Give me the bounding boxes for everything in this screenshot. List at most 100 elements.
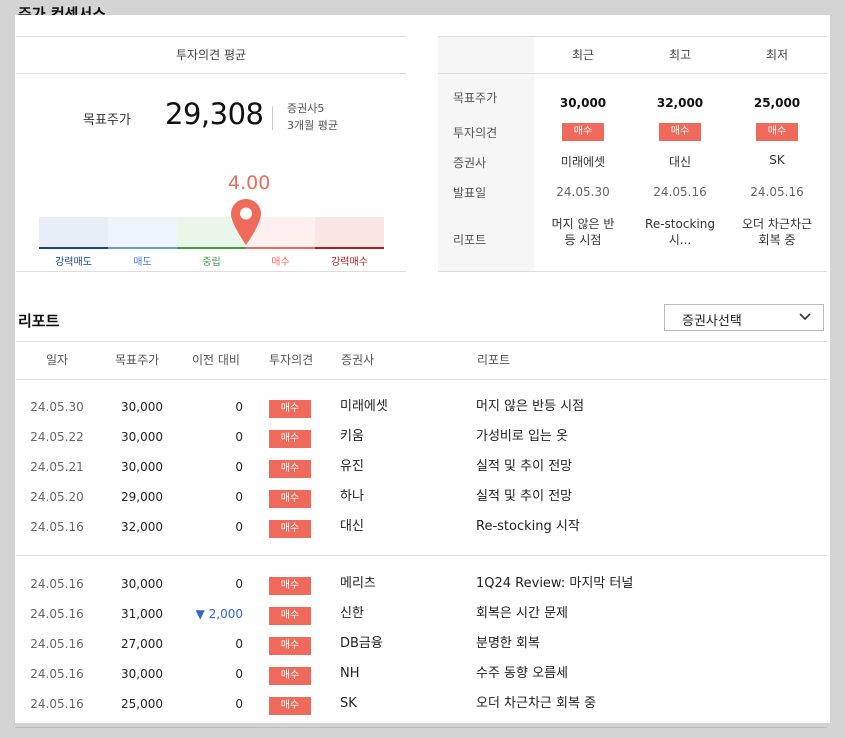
buy-badge: 매수 [269, 637, 311, 655]
low-opinion: 매수 [729, 123, 825, 141]
row-date: 24.05.16 [30, 607, 84, 621]
consensus-table: 최근 최고 최저 목표주가 투자의견 증권사 발표일 리포트 30,000 매수… [438, 36, 827, 272]
divider [272, 106, 273, 130]
consensus-panel: 투자의견 평균 목표주가 29,308 증권사5 3개월 평균 4.00 강력매… [15, 15, 830, 728]
row-report-link[interactable]: 오더 차근차근 회복 중 [476, 689, 596, 719]
scale-segment-sell [108, 217, 177, 249]
table-row[interactable]: 24.05.22 30,000 0 매수 키움 가성비로 입는 옷 [16, 422, 827, 452]
row-change: 0 [235, 520, 243, 534]
row-report-link[interactable]: 회복은 시간 문제 [476, 599, 568, 629]
row-report-link[interactable]: Re-stocking 시작 [476, 512, 580, 542]
header-report: 리포트 [477, 353, 511, 367]
target-price-meta: 증권사5 3개월 평균 [287, 100, 338, 134]
opinion-score: 4.00 [228, 172, 271, 194]
report-line: 시... [668, 233, 692, 247]
header-date: 일자 [46, 353, 69, 367]
row-change: 0 [235, 460, 243, 474]
table-row[interactable]: 24.05.16 25,000 0 매수 SK 오더 차근차근 회복 중 [16, 689, 827, 719]
row-report-link[interactable]: 1Q24 Review: 마지막 터널 [476, 569, 633, 599]
opinion-scale-bar [39, 217, 384, 249]
column-high: 최고 [668, 48, 692, 62]
low-target: 25,000 [753, 96, 801, 110]
reports-table-header: 일자 목표주가 이전 대비 투자의견 증권사 리포트 [16, 341, 827, 380]
row-target: 25,000 [121, 697, 163, 711]
buy-badge: 매수 [269, 577, 311, 595]
scale-segment-strong-buy [315, 217, 384, 249]
table-row[interactable]: 24.05.21 30,000 0 매수 유진 실적 및 추이 전망 [16, 452, 827, 482]
consensus-header: 최근 최고 최저 [438, 37, 827, 74]
table-row[interactable]: 24.05.16 30,000 0 매수 메리츠 1Q24 Review: 마지막 터널 [16, 569, 827, 599]
scale-label-strong-buy: 강력매수 [331, 257, 368, 268]
row-opinion: 매수 [269, 452, 313, 482]
table-row[interactable]: 24.05.30 30,000 0 매수 미래에셋 머지 않은 반등 시점 [16, 392, 827, 422]
buy-badge: 매수 [269, 520, 311, 538]
row-target: 30,000 [121, 667, 163, 681]
table-row[interactable]: 24.05.16 31,000 ▼ 2,000 매수 신한 회복은 시간 문제 [16, 599, 827, 629]
row-label-report: 리포트 [453, 233, 487, 247]
row-report-link[interactable]: 머지 않은 반등 시점 [476, 392, 584, 422]
row-report-link[interactable]: 가성비로 입는 옷 [476, 422, 568, 452]
row-change: 0 [235, 577, 243, 591]
group-divider [16, 555, 827, 556]
firm-select-dropdown[interactable]: 증권사선택 [664, 304, 824, 331]
row-opinion: 매수 [269, 512, 313, 542]
row-date: 24.05.22 [30, 430, 84, 444]
row-firm: 미래에셋 [340, 399, 388, 414]
table-row[interactable]: 24.05.16 27,000 0 매수 DB금융 분명한 회복 [16, 629, 827, 659]
row-target: 27,000 [121, 637, 163, 651]
row-change: 0 [235, 490, 243, 504]
recent-target: 30,000 [559, 96, 607, 110]
row-label-firm: 증권사 [453, 156, 487, 170]
row-target: 29,000 [121, 490, 163, 504]
scale-label-buy: 매수 [271, 257, 290, 268]
buy-badge: 매수 [659, 123, 701, 141]
chevron-down-icon [799, 313, 811, 321]
scale-label-strong-sell: 강력매도 [55, 257, 92, 268]
report-line: 회복 중 [758, 233, 796, 247]
row-date: 24.05.21 [30, 460, 84, 474]
buy-badge: 매수 [269, 460, 311, 478]
table-row[interactable]: 24.05.20 29,000 0 매수 하나 실적 및 추이 전망 [16, 482, 827, 512]
reports-title: 리포트 [18, 312, 60, 330]
header-change: 이전 대비 [192, 353, 240, 367]
bottom-divider [15, 727, 827, 728]
firm-select-value: 증권사선택 [682, 314, 742, 329]
low-report-link[interactable]: 오더 차근차근 회복 중 [729, 216, 825, 248]
row-date: 24.05.16 [30, 697, 84, 711]
header-label-cell [438, 37, 534, 73]
row-report-link[interactable]: 실적 및 추이 전망 [476, 482, 572, 512]
row-change: 0 [235, 637, 243, 651]
high-target: 32,000 [656, 96, 704, 110]
firm-count: 증권사5 [287, 102, 325, 115]
row-firm: SK [340, 696, 357, 711]
scale-label-neutral: 중립 [202, 257, 221, 268]
row-firm: DB금융 [340, 636, 383, 651]
row-target: 30,000 [121, 460, 163, 474]
buy-badge: 매수 [269, 607, 311, 625]
row-change: 0 [235, 697, 243, 711]
row-firm: 대신 [340, 519, 364, 534]
row-change: 0 [235, 400, 243, 414]
column-recent: 최근 [571, 48, 595, 62]
recent-report-link[interactable]: 머지 않은 반 등 시점 [535, 216, 631, 248]
target-price-label: 목표주가 [83, 113, 131, 128]
row-opinion: 매수 [269, 659, 313, 689]
header-firm: 증권사 [341, 353, 375, 367]
row-target: 31,000 [121, 607, 163, 621]
row-report-link[interactable]: 실적 및 추이 전망 [476, 452, 572, 482]
row-report-link[interactable]: 수주 동향 오름세 [476, 659, 568, 689]
row-change: ▼ 2,000 [195, 607, 243, 621]
high-report-link[interactable]: Re-stocking 시... [632, 216, 728, 248]
table-row[interactable]: 24.05.16 30,000 0 매수 NH 수주 동향 오름세 [16, 659, 827, 689]
row-opinion: 매수 [269, 629, 313, 659]
row-date: 24.05.20 [30, 490, 84, 504]
row-date: 24.05.16 [30, 520, 84, 534]
recent-date: 24.05.30 [556, 185, 610, 199]
row-report-link[interactable]: 분명한 회복 [476, 629, 540, 659]
buy-badge: 매수 [269, 490, 311, 508]
buy-badge: 매수 [562, 123, 604, 141]
row-date: 24.05.16 [30, 667, 84, 681]
opinion-summary: 투자의견 평균 목표주가 29,308 증권사5 3개월 평균 4.00 강력매… [16, 36, 406, 272]
row-opinion: 매수 [269, 422, 313, 452]
table-row[interactable]: 24.05.16 32,000 0 매수 대신 Re-stocking 시작 [16, 512, 827, 542]
